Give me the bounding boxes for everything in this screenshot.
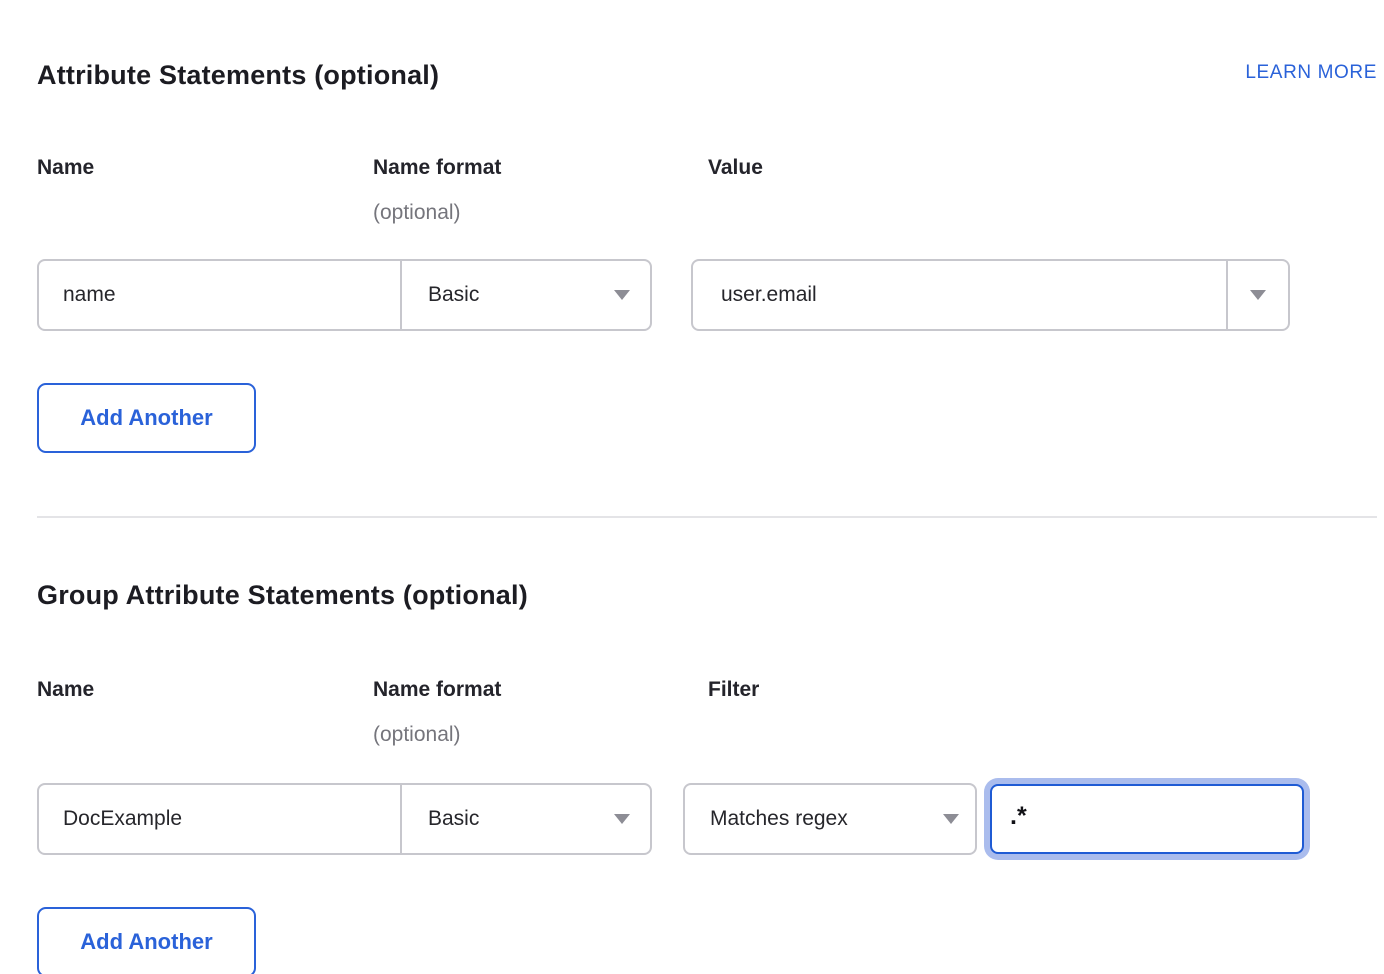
chevron-down-icon <box>614 814 630 824</box>
column-name-format: Name format (optional) <box>373 676 708 748</box>
add-another-attribute-button[interactable]: Add Another <box>37 383 256 453</box>
name-column-label: Name <box>37 154 373 182</box>
group-attribute-statements-title: Group Attribute Statements (optional) <box>37 578 528 612</box>
column-name: Name <box>37 676 373 704</box>
column-name: Name <box>37 154 373 182</box>
filter-type-select[interactable]: Matches regex <box>683 783 977 855</box>
attribute-statements-header: Attribute Statements (optional) LEARN MO… <box>37 58 1377 92</box>
name-format-select[interactable]: Basic <box>402 261 650 329</box>
group-name-format-optional-note: (optional) <box>373 722 708 748</box>
section-divider <box>37 516 1377 518</box>
group-name-input[interactable] <box>39 785 400 853</box>
name-format-selected-value: Basic <box>428 283 479 307</box>
value-group <box>691 259 1290 331</box>
column-filter: Filter <box>708 676 1377 704</box>
chevron-down-icon <box>614 290 630 300</box>
name-format-optional-note: (optional) <box>373 200 708 226</box>
group-name-format-column-label: Name format <box>373 676 708 704</box>
name-format-column-label: Name format <box>373 154 708 182</box>
add-another-group-attribute-button[interactable]: Add Another <box>37 907 256 974</box>
group-attribute-row: Basic Matches regex <box>37 776 1377 862</box>
filter-type-selected-value: Matches regex <box>710 807 848 831</box>
attribute-statements-title: Attribute Statements (optional) <box>37 58 439 92</box>
attribute-row: Basic <box>37 252 1377 338</box>
filter-column-label: Filter <box>708 676 1377 704</box>
group-columns-row: Name Name format (optional) Filter <box>37 676 1377 748</box>
value-column-label: Value <box>708 154 1377 182</box>
column-name-format: Name format (optional) <box>373 154 708 226</box>
learn-more-link[interactable]: LEARN MORE <box>1245 60 1377 86</box>
attribute-value-input[interactable] <box>693 261 1226 329</box>
chevron-down-icon <box>943 814 959 824</box>
group-attribute-statements-header: Group Attribute Statements (optional) <box>37 578 1377 612</box>
group-name-and-format-group: Basic <box>37 783 652 855</box>
attribute-statements-page: Attribute Statements (optional) LEARN MO… <box>0 0 1384 974</box>
group-attribute-statements-section: Group Attribute Statements (optional) Na… <box>37 578 1377 974</box>
name-and-format-group: Basic <box>37 259 652 331</box>
group-name-format-select[interactable]: Basic <box>402 785 650 853</box>
attribute-statements-section: Attribute Statements (optional) LEARN MO… <box>37 58 1377 453</box>
group-name-column-label: Name <box>37 676 373 704</box>
filter-value-input[interactable] <box>990 784 1304 854</box>
group-name-format-selected-value: Basic <box>428 807 479 831</box>
attribute-columns-row: Name Name format (optional) Value <box>37 154 1377 226</box>
column-value: Value <box>708 154 1377 182</box>
attribute-name-input[interactable] <box>39 261 400 329</box>
chevron-down-icon <box>1250 290 1266 300</box>
value-dropdown-toggle[interactable] <box>1228 261 1288 329</box>
